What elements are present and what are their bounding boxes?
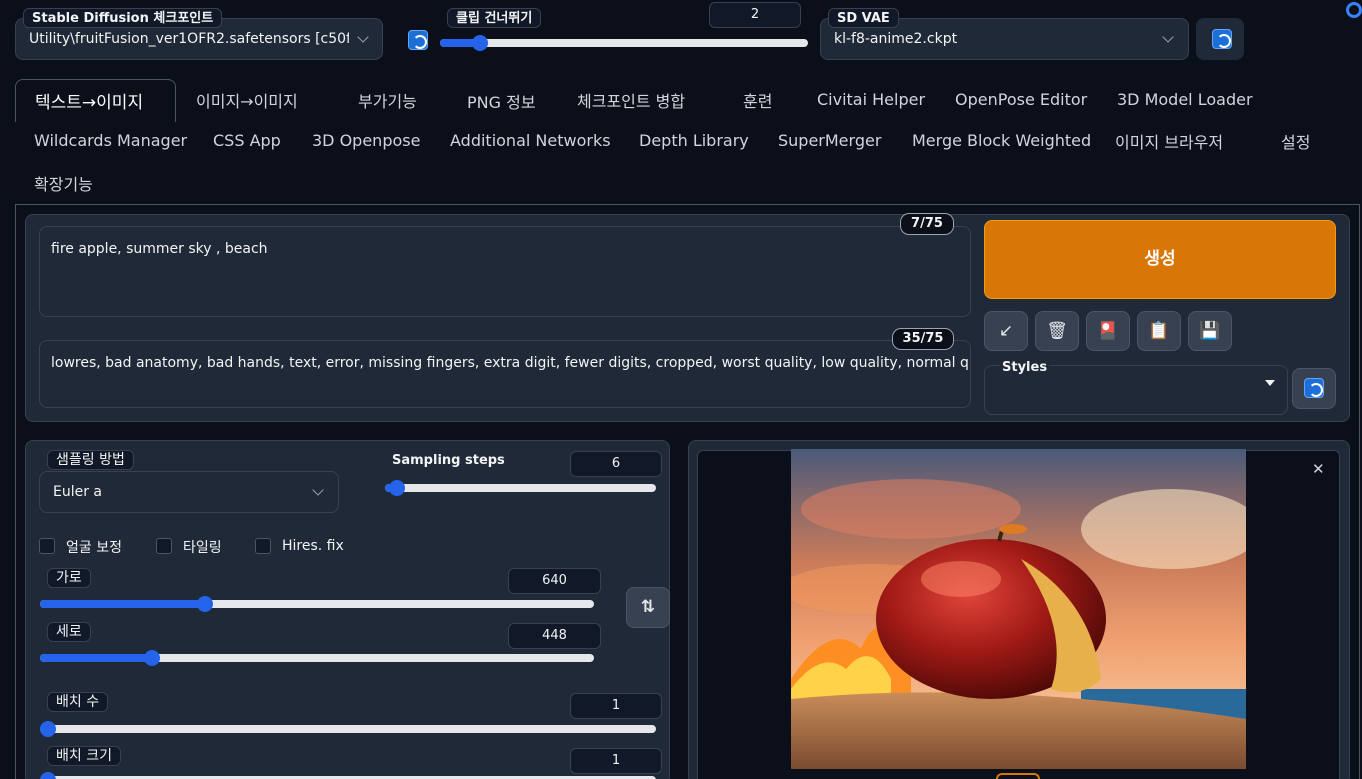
clipboard-icon[interactable]: 📋 xyxy=(1137,311,1181,351)
face-restore-checkbox[interactable] xyxy=(39,538,55,554)
sampler-value: Euler a xyxy=(53,484,103,500)
tab-settings[interactable]: 설정 xyxy=(1281,129,1310,153)
styles-refresh-icon xyxy=(1304,378,1324,398)
caret-down-icon xyxy=(1265,380,1275,386)
swap-dimensions-button[interactable]: ⇅ xyxy=(626,587,670,628)
hires-fix-checkbox[interactable] xyxy=(255,538,271,554)
batch-count-input[interactable]: 1 xyxy=(570,693,662,719)
tab-extras[interactable]: 부가기능 xyxy=(358,88,417,112)
tab-train[interactable]: 훈련 xyxy=(743,88,772,112)
checkpoint-label: Stable Diffusion 체크포인트 xyxy=(23,8,223,28)
tab-css-app[interactable]: CSS App xyxy=(213,131,281,150)
clip-skip-input[interactable]: 2 xyxy=(709,2,801,28)
trash-icon[interactable]: 🗑 xyxy=(1035,311,1079,351)
tab-3d-openpose[interactable]: 3D Openpose xyxy=(312,131,420,150)
tab-openpose-editor[interactable]: OpenPose Editor xyxy=(955,90,1087,109)
width-slider[interactable] xyxy=(40,596,594,612)
tab-supermerger[interactable]: SuperMerger xyxy=(778,131,881,150)
batch-count-label: 배치 수 xyxy=(47,692,109,712)
sampler-dropdown[interactable]: Euler a xyxy=(39,471,339,513)
tab-image-browser[interactable]: 이미지 브라우저 xyxy=(1115,129,1223,153)
thumbnail-indicator[interactable] xyxy=(996,773,1040,779)
generate-button[interactable]: 생성 xyxy=(984,220,1336,299)
vae-refresh-icon[interactable] xyxy=(1212,29,1232,49)
tab-civitai-helper[interactable]: Civitai Helper xyxy=(817,90,925,109)
steps-slider[interactable] xyxy=(385,480,656,496)
tiling-checkbox[interactable] xyxy=(156,538,172,554)
positive-prompt-input[interactable]: fire apple, summer sky , beach xyxy=(39,226,971,317)
clip-skip-slider[interactable] xyxy=(440,35,808,51)
steps-input[interactable]: 6 xyxy=(570,451,662,477)
tab-3d-model-loader[interactable]: 3D Model Loader xyxy=(1117,90,1253,109)
chevron-down-icon xyxy=(312,484,324,496)
tab-additional-networks[interactable]: Additional Networks xyxy=(450,131,611,150)
styles-label: Styles xyxy=(1000,360,1050,375)
checkpoint-value: Utility\fruitFusion_ver1OFR2.safetensors… xyxy=(29,31,349,47)
steps-label: Sampling steps xyxy=(392,453,505,468)
tab-txt2img[interactable]: 텍스트→이미지 xyxy=(35,88,143,113)
tab-checkpoint-merge[interactable]: 체크포인트 병합 xyxy=(577,88,685,112)
tab-merge-block-weighted[interactable]: Merge Block Weighted xyxy=(912,131,1091,150)
vae-value: kl-f8-anime2.ckpt xyxy=(834,31,958,47)
negative-prompt-input[interactable]: lowres, bad anatomy, bad hands, text, er… xyxy=(39,340,971,408)
positive-token-counter: 7/75 xyxy=(900,213,954,235)
clip-skip-label: 클립 건너뛰기 xyxy=(447,8,542,28)
sampler-label: 샘플링 방법 xyxy=(47,450,134,470)
tiling-label: 타일링 xyxy=(183,540,222,556)
height-label: 세로 xyxy=(47,622,91,642)
generate-label: 생성 xyxy=(1144,249,1176,269)
tab-png-info[interactable]: PNG 정보 xyxy=(467,89,536,113)
output-image[interactable] xyxy=(791,449,1246,769)
vae-label: SD VAE xyxy=(828,8,899,28)
tab-img2img[interactable]: 이미지→이미지 xyxy=(196,88,298,112)
height-input[interactable]: 448 xyxy=(508,623,601,649)
arrow-icon[interactable]: ↙ xyxy=(984,311,1028,351)
width-label: 가로 xyxy=(47,568,91,588)
batch-count-slider[interactable] xyxy=(40,721,656,737)
tab-extensions[interactable]: 확장기능 xyxy=(34,171,93,195)
checkpoint-refresh-icon[interactable] xyxy=(408,30,428,50)
card-icon[interactable]: 🎴 xyxy=(1086,311,1130,351)
save-icon[interactable]: 💾 xyxy=(1188,311,1232,351)
corner-logo-icon xyxy=(1346,2,1362,18)
hires-fix-label: Hires. fix xyxy=(282,538,344,554)
negative-token-counter: 35/75 xyxy=(892,328,954,350)
tab-depth-library[interactable]: Depth Library xyxy=(639,131,749,150)
chevron-down-icon xyxy=(1162,31,1174,43)
batch-size-input[interactable]: 1 xyxy=(570,748,662,774)
swap-icon: ⇅ xyxy=(640,597,656,617)
height-slider[interactable] xyxy=(40,650,594,666)
chevron-down-icon xyxy=(357,31,369,43)
width-input[interactable]: 640 xyxy=(508,568,601,594)
tab-wildcards-manager[interactable]: Wildcards Manager xyxy=(34,131,187,150)
batch-size-label: 배치 크기 xyxy=(47,746,121,766)
face-restore-label: 얼굴 보정 xyxy=(66,540,122,556)
close-icon[interactable]: ✕ xyxy=(1312,460,1325,478)
